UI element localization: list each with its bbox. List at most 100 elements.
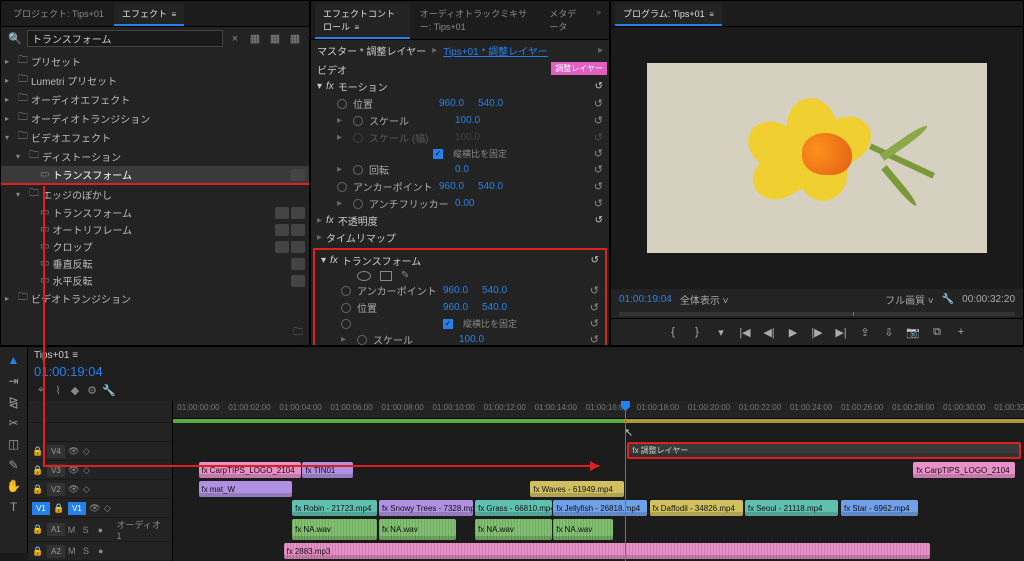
tree-item[interactable]: ▭水平反転 (1, 272, 309, 289)
type-tool-icon[interactable]: T (4, 498, 24, 516)
chevron-icon[interactable]: ▸ (337, 115, 347, 126)
wrench-icon[interactable]: 🔧 (102, 383, 116, 397)
anchor-x[interactable]: 960.0 (439, 181, 464, 192)
chevron-icon[interactable]: ▸ (337, 198, 347, 209)
stopwatch-icon[interactable] (341, 319, 351, 329)
reset-icon[interactable]: ↺ (591, 255, 599, 266)
playhead[interactable] (625, 401, 626, 561)
stopwatch-icon[interactable] (353, 116, 363, 126)
tf-anchor-y[interactable]: 540.0 (482, 285, 507, 296)
go-to-out-icon[interactable]: ▶| (831, 323, 851, 341)
chevron-icon[interactable]: ▾ (16, 190, 26, 199)
filter-icon[interactable]: ▦ (247, 31, 263, 47)
effects-search-input[interactable] (27, 30, 223, 47)
position-x[interactable]: 960.0 (439, 98, 464, 109)
tf-position-x[interactable]: 960.0 (443, 302, 468, 313)
mark-in-icon[interactable]: { (663, 323, 683, 341)
chevron-icon[interactable]: ▸ (5, 294, 15, 303)
panel-menu-icon[interactable]: ≡ (171, 10, 176, 19)
lock-icon[interactable]: 🔒 (32, 546, 44, 557)
mute-icon[interactable]: M (68, 525, 80, 535)
track-target-a1[interactable]: A1 (47, 523, 65, 536)
toggle-icon[interactable]: ◇ (104, 503, 116, 514)
eye-icon[interactable]: 👁 (89, 503, 101, 514)
track-target-v4[interactable]: V4 (47, 445, 65, 458)
panel-more-icon[interactable]: » (592, 3, 605, 39)
mask-pen-icon[interactable]: ✎ (401, 270, 409, 281)
chevron-down-icon[interactable]: ▾ (321, 255, 326, 266)
reset-icon[interactable]: ↺ (594, 147, 603, 160)
chevron-icon[interactable]: ▸ (5, 95, 15, 104)
tab-effect-controls[interactable]: エフェクトコントロール ≡ (315, 3, 410, 39)
clip-waves[interactable]: fxWaves - 61949.mp4 (530, 481, 624, 497)
chevron-icon[interactable]: ▸ (337, 164, 347, 175)
hand-tool-icon[interactable]: ✋ (4, 477, 24, 495)
razor-tool-icon[interactable]: ✂ (4, 414, 24, 432)
clip-matw[interactable]: fxmat_W (199, 481, 293, 497)
tab-project[interactable]: プロジェクト: Tips+01 (5, 3, 112, 26)
stopwatch-icon[interactable] (337, 182, 347, 192)
solo-icon[interactable]: S (83, 546, 95, 556)
track-target-a2[interactable]: A2 (47, 545, 65, 558)
reset-icon[interactable]: ↺ (594, 180, 603, 193)
reset-icon[interactable]: ↺ (590, 317, 599, 330)
export-frame-icon[interactable]: 📷 (903, 323, 923, 341)
timeline-ruler[interactable]: 01:00:00:0001:00:02:0001:00:04:0001:00:0… (173, 401, 1024, 419)
tree-item[interactable]: ▸🗀オーディオトランジション (1, 109, 309, 128)
clip-na-4[interactable]: fxNA.wav (553, 519, 613, 540)
uniform-scale-checkbox[interactable]: ✓ (433, 149, 443, 159)
wrench-icon[interactable]: 🔧 (942, 294, 954, 305)
stopwatch-icon[interactable] (337, 99, 347, 109)
tree-item[interactable]: ▾🗀ディストーション (1, 147, 309, 166)
mask-ellipse-icon[interactable] (357, 271, 371, 281)
quality-dropdown[interactable]: フル画質 ˅ (885, 292, 934, 307)
reset-icon[interactable]: ↺ (594, 163, 603, 176)
go-to-in-icon[interactable]: |◀ (735, 323, 755, 341)
tab-audio-mixer[interactable]: オーディオトラックミキサー: Tips+01 (412, 3, 540, 39)
tf-scale-value[interactable]: 100.0 (459, 334, 484, 345)
toggle-icon[interactable]: ◇ (83, 446, 95, 457)
stopwatch-icon[interactable] (341, 286, 351, 296)
track-target-v3[interactable]: V3 (47, 464, 65, 477)
new-bin-icon[interactable]: 🗀 (1, 322, 309, 345)
reset-icon[interactable]: ↺ (595, 81, 603, 92)
clip-adjustment-layer[interactable]: fx調整レイヤー (627, 442, 1020, 459)
clip-tin[interactable]: fxTIN01 (302, 462, 353, 478)
toggle-icon[interactable]: ◇ (83, 484, 95, 495)
clip-snowy[interactable]: fxSnowy Trees - 7328.mp (379, 500, 473, 516)
extract-icon[interactable]: ⇩ (879, 323, 899, 341)
reset-icon[interactable]: ↺ (595, 215, 603, 226)
tab-metadata[interactable]: メタデータ (541, 3, 590, 39)
track-target-v2[interactable]: V2 (47, 483, 65, 496)
timeremap-effect[interactable]: タイムリマップ (326, 230, 603, 245)
stopwatch-icon[interactable] (341, 303, 351, 313)
tree-item[interactable]: ▸🗀プリセット (1, 52, 309, 71)
chevron-icon[interactable]: ▾ (5, 133, 15, 142)
filter-icon-2[interactable]: ▦ (267, 31, 283, 47)
timeline-tracks-area[interactable]: 01:00:00:0001:00:02:0001:00:04:0001:00:0… (173, 401, 1024, 561)
stopwatch-icon[interactable] (353, 199, 363, 209)
slip-tool-icon[interactable]: ◫ (4, 435, 24, 453)
anchor-y[interactable]: 540.0 (478, 181, 503, 192)
clip-daffodil[interactable]: fxDaffodil - 34826.mp4 (650, 500, 744, 516)
eye-icon[interactable]: 👁 (68, 484, 80, 495)
tree-item[interactable]: ▭クロップ (1, 238, 309, 255)
chevron-icon[interactable]: ▸ (5, 114, 15, 123)
clip-logo2[interactable]: fxCarpTIPS_LOGO_2104 (913, 462, 1015, 478)
tf-uniform-checkbox[interactable]: ✓ (443, 319, 453, 329)
reset-icon[interactable]: ↺ (594, 197, 603, 210)
reset-icon[interactable]: ↺ (594, 97, 603, 110)
chevron-icon[interactable]: ▸ (317, 215, 322, 226)
fit-dropdown[interactable]: 全体表示 ˅ (680, 292, 729, 307)
chevron-down-icon[interactable]: ▾ (317, 81, 322, 92)
chevron-icon[interactable]: ▸ (317, 232, 322, 243)
stopwatch-icon[interactable] (357, 335, 367, 345)
eye-icon[interactable]: 👁 (68, 446, 80, 457)
tree-item[interactable]: ▭オートリフレーム (1, 221, 309, 238)
mask-rect-icon[interactable] (380, 271, 392, 281)
selection-tool-icon[interactable]: ▲ (4, 351, 24, 369)
step-back-icon[interactable]: ◀| (759, 323, 779, 341)
lock-icon[interactable]: 🔒 (53, 503, 65, 514)
lock-icon[interactable]: 🔒 (32, 465, 44, 476)
snap-icon[interactable]: ⌖ (34, 383, 48, 397)
